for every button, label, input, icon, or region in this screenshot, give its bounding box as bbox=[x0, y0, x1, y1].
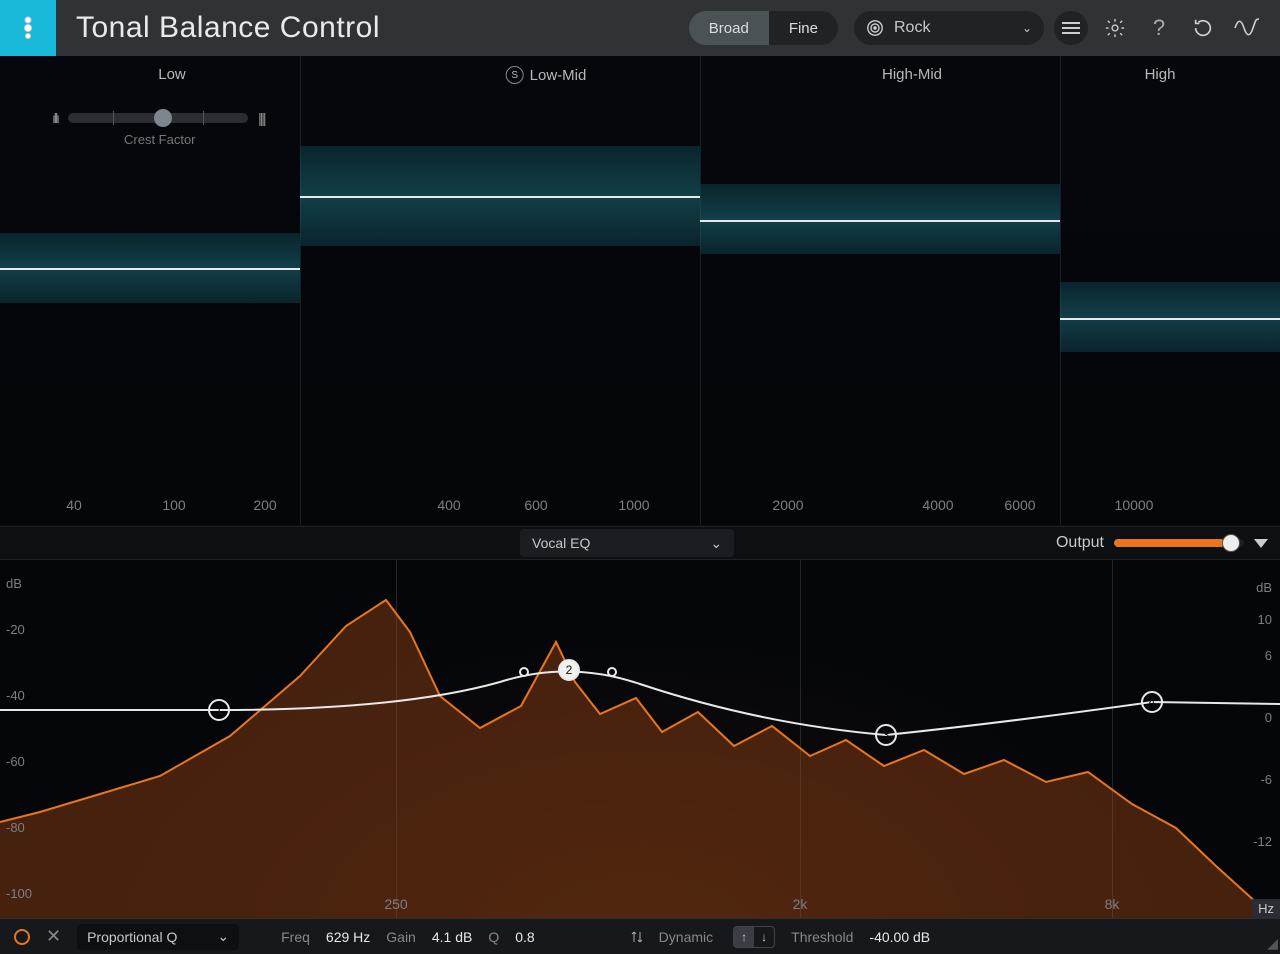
freq-tick: 6000 bbox=[1004, 497, 1035, 513]
db-tick-left: -100 bbox=[6, 886, 32, 901]
output-label: Output bbox=[1056, 534, 1104, 552]
app-header: Tonal Balance Control Broad Fine Rock ⌄ … bbox=[0, 0, 1280, 56]
gain-label: Gain bbox=[386, 929, 416, 945]
eq-instance-name: Vocal EQ bbox=[532, 535, 590, 551]
upper-frequency-axis: 40 100 200 400 600 1000 2000 4000 6000 10000 bbox=[0, 497, 1280, 515]
db-axis-label-right: dB bbox=[1256, 580, 1272, 595]
eq-toolbar: Vocal EQ ⌄ Output bbox=[0, 526, 1280, 560]
chevron-down-icon: ⌄ bbox=[217, 928, 229, 945]
band-col-low[interactable] bbox=[0, 56, 300, 525]
list-icon bbox=[1062, 21, 1080, 35]
db-tick-left: -20 bbox=[6, 622, 25, 637]
freq-tick: 600 bbox=[524, 497, 547, 513]
output-gain-slider[interactable] bbox=[1114, 539, 1244, 547]
view-mode-fine[interactable]: Fine bbox=[769, 11, 838, 45]
settings-button[interactable] bbox=[1098, 11, 1132, 45]
freq-value[interactable]: 629 Hz bbox=[326, 929, 370, 945]
wave-bypass-icon bbox=[1234, 17, 1260, 39]
threshold-value[interactable]: -40.00 dB bbox=[869, 929, 930, 945]
db-tick-right: 0 bbox=[1265, 710, 1272, 725]
target-preset-name: Rock bbox=[894, 19, 930, 37]
band-delete-button[interactable]: ✕ bbox=[46, 926, 61, 947]
db-tick-right: 6 bbox=[1265, 648, 1272, 663]
db-tick-left: -80 bbox=[6, 820, 25, 835]
dynamic-direction-toggle[interactable]: ↑ ↓ bbox=[733, 926, 775, 948]
help-button[interactable]: ? bbox=[1142, 11, 1176, 45]
freq-tick: 200 bbox=[253, 497, 276, 513]
eq-bandwidth-handle-1[interactable] bbox=[607, 667, 617, 677]
freq-tick: 4000 bbox=[922, 497, 953, 513]
dynamic-down[interactable]: ↓ bbox=[754, 927, 774, 947]
eq-freq-tick: 2k bbox=[793, 896, 808, 912]
tonal-balance-display: Low S Low-Mid High-Mid High ıllı |||| Cr… bbox=[0, 56, 1280, 526]
eq-freq-tick: 8k bbox=[1105, 896, 1120, 912]
band-col-highmid[interactable] bbox=[700, 56, 1060, 525]
freq-tick: 1000 bbox=[618, 497, 649, 513]
freq-tick: 400 bbox=[437, 497, 460, 513]
bypass-button[interactable] bbox=[1230, 11, 1264, 45]
freq-tick: 10000 bbox=[1115, 497, 1154, 513]
freq-label: Freq bbox=[281, 929, 310, 945]
eq-node-3[interactable]: 3 bbox=[875, 724, 897, 746]
band-power-toggle[interactable] bbox=[14, 929, 30, 945]
dynamic-label: Dynamic bbox=[659, 929, 713, 945]
izotope-logo-icon bbox=[14, 14, 42, 42]
q-value[interactable]: 0.8 bbox=[515, 929, 534, 945]
brand-badge bbox=[0, 0, 56, 56]
history-button[interactable] bbox=[1186, 11, 1220, 45]
band-col-lowmid[interactable] bbox=[300, 56, 700, 525]
chevron-down-icon: ⌄ bbox=[710, 535, 722, 552]
dynamic-arrows-icon bbox=[631, 929, 643, 945]
freq-tick: 2000 bbox=[772, 497, 803, 513]
eq-instance-dropdown[interactable]: Vocal EQ ⌄ bbox=[520, 529, 734, 557]
db-tick-right: -6 bbox=[1260, 772, 1272, 787]
filter-shape-dropdown[interactable]: Proportional Q ⌄ bbox=[77, 924, 239, 950]
preset-list-button[interactable] bbox=[1054, 11, 1088, 45]
hz-unit-badge: Hz bbox=[1252, 899, 1280, 918]
band-col-high[interactable] bbox=[1060, 56, 1280, 525]
target-preset-dropdown[interactable]: Rock ⌄ bbox=[854, 11, 1044, 45]
db-axis-label-left: dB bbox=[6, 576, 22, 591]
freq-tick: 40 bbox=[66, 497, 82, 513]
history-icon bbox=[1192, 17, 1214, 39]
chevron-down-icon: ⌄ bbox=[1022, 21, 1032, 35]
eq-chart-svg bbox=[0, 560, 1280, 918]
view-mode-broad[interactable]: Broad bbox=[689, 11, 769, 45]
db-tick-right: 10 bbox=[1258, 612, 1272, 627]
eq-node-2[interactable]: 2 bbox=[558, 659, 580, 681]
db-tick-left: -60 bbox=[6, 754, 25, 769]
eq-bandwidth-handle-0[interactable] bbox=[519, 667, 529, 677]
threshold-label: Threshold bbox=[791, 929, 853, 945]
eq-node-1[interactable]: 1 bbox=[208, 699, 230, 721]
dynamic-up[interactable]: ↑ bbox=[734, 927, 754, 947]
db-tick-left: -40 bbox=[6, 688, 25, 703]
band-footer: ✕ Proportional Q ⌄ Freq 629 Hz Gain 4.1 … bbox=[0, 918, 1280, 954]
window-resizer[interactable]: ◢ bbox=[1267, 935, 1278, 952]
eq-panel[interactable]: dB dB -20-40-60-80-100 1060-6-12-18-24 2… bbox=[0, 560, 1280, 918]
filter-shape-label: Proportional Q bbox=[87, 929, 177, 945]
eq-node-4[interactable]: 4 bbox=[1141, 691, 1163, 713]
gear-icon bbox=[1104, 17, 1126, 39]
output-expand-button[interactable] bbox=[1254, 539, 1268, 548]
view-mode-toggle[interactable]: Broad Fine bbox=[689, 11, 838, 45]
gain-value[interactable]: 4.1 dB bbox=[432, 929, 472, 945]
app-title: Tonal Balance Control bbox=[56, 11, 380, 45]
q-label: Q bbox=[488, 929, 499, 945]
eq-freq-tick: 250 bbox=[384, 896, 407, 912]
freq-tick: 100 bbox=[162, 497, 185, 513]
db-tick-right: -12 bbox=[1253, 834, 1272, 849]
target-icon bbox=[866, 19, 884, 37]
